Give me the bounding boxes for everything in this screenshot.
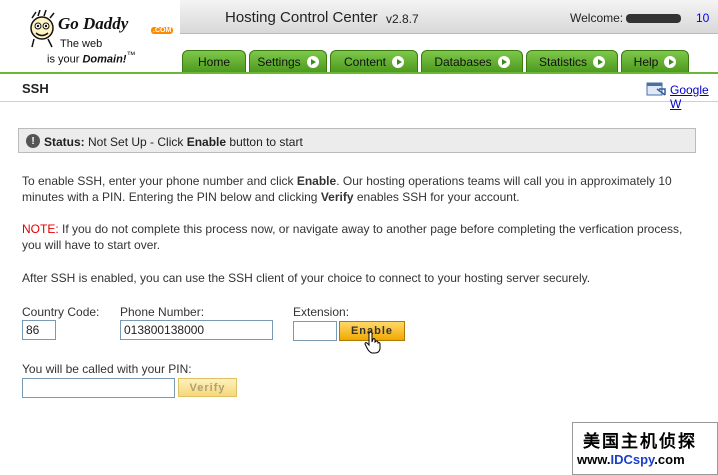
tab-settings[interactable]: Settings: [249, 50, 327, 72]
watermark-url-highlight: IDCspy: [610, 452, 655, 467]
google-webmaster-link[interactable]: Google W: [670, 83, 718, 111]
hand-cursor-icon: [364, 331, 381, 354]
note-label: NOTE:: [22, 222, 59, 236]
extension-input[interactable]: [293, 321, 337, 341]
page-title: SSH: [22, 81, 49, 96]
welcome-name-redacted: [626, 14, 682, 24]
logo-brand: Go Daddy: [58, 14, 129, 33]
logo-tagline-1: The web: [60, 38, 103, 50]
phone-number-label: Phone Number:: [120, 305, 205, 319]
country-code-input[interactable]: [22, 320, 56, 340]
google-webmaster-icon[interactable]: [645, 80, 667, 98]
extension-label: Extension:: [293, 305, 350, 319]
tab-home[interactable]: Home: [182, 50, 246, 72]
tab-help-label: Help: [633, 54, 659, 69]
arrow-right-icon: [306, 55, 319, 68]
note-text: If you do not complete this process now,…: [22, 222, 683, 252]
status-text-before: Not Set Up - Click: [84, 135, 187, 149]
welcome-label: Welcome:: [570, 11, 624, 25]
tab-databases[interactable]: Databases: [421, 50, 523, 72]
logo-tagline-tm: ™: [126, 50, 136, 60]
info-icon: !: [26, 134, 40, 148]
logo-tagline-prefix: is your: [47, 53, 83, 66]
godaddy-logo[interactable]: Go Daddy .COM The web is your Domain!™: [28, 2, 178, 72]
tab-settings-label: Settings: [257, 54, 301, 69]
arrow-right-icon: [593, 55, 605, 68]
logo-tagline-2: is your Domain!™: [47, 50, 136, 66]
status-enable-bold: Enable: [186, 135, 227, 149]
status-text: Status: Not Set Up - Click Enable button…: [44, 135, 303, 149]
phone-number-input[interactable]: [120, 320, 273, 340]
status-text-after: button to start: [226, 135, 303, 149]
app-title: Hosting Control Center: [225, 9, 378, 26]
pin-label: You will be called with your PIN:: [22, 362, 192, 376]
intro-paragraph: To enable SSH, enter your phone number a…: [22, 173, 702, 205]
tab-statistics-label: Statistics: [538, 54, 587, 69]
arrow-right-icon: [392, 55, 405, 68]
intro-text-c: enables SSH for your account.: [353, 190, 520, 204]
watermark-title: 美国主机侦探: [583, 432, 697, 451]
status-label: Status:: [44, 135, 85, 149]
note-paragraph: NOTE: If you do not complete this proces…: [22, 221, 702, 253]
intro-verify-bold: Verify: [320, 190, 354, 204]
watermark-url-prefix: www.: [577, 452, 611, 467]
app-version: v2.8.7: [386, 12, 419, 26]
tab-help[interactable]: Help: [621, 50, 689, 72]
watermark-url: www.IDCspy.com: [577, 452, 685, 467]
arrow-right-icon: [497, 55, 510, 68]
tab-content[interactable]: Content: [330, 50, 418, 72]
logo-tagline-domain: Domain!: [82, 53, 127, 66]
godaddy-mascot-icon: [30, 10, 55, 48]
intro-enable-bold: Enable: [296, 174, 337, 188]
pin-input[interactable]: [22, 378, 175, 398]
user-link[interactable]: 10: [696, 11, 709, 25]
watermark-url-suffix: .com: [654, 452, 685, 467]
watermark: 美国主机侦探 www.IDCspy.com: [572, 422, 718, 475]
tab-content-label: Content: [343, 54, 387, 69]
intro-text-a: To enable SSH, enter your phone number a…: [22, 174, 297, 188]
after-paragraph: After SSH is enabled, you can use the SS…: [22, 271, 591, 285]
verify-button[interactable]: Verify: [178, 378, 237, 397]
status-bar: ! Status: Not Set Up - Click Enable butt…: [18, 128, 696, 153]
logo-com-badge: .COM: [151, 27, 174, 34]
tab-home-label: Home: [197, 54, 230, 69]
page-heading-bar: [0, 74, 718, 102]
arrow-right-icon: [664, 55, 677, 68]
tab-statistics[interactable]: Statistics: [526, 50, 618, 72]
tab-databases-label: Databases: [434, 54, 492, 69]
welcome-text: Welcome:: [570, 11, 682, 25]
country-code-label: Country Code:: [22, 305, 100, 319]
